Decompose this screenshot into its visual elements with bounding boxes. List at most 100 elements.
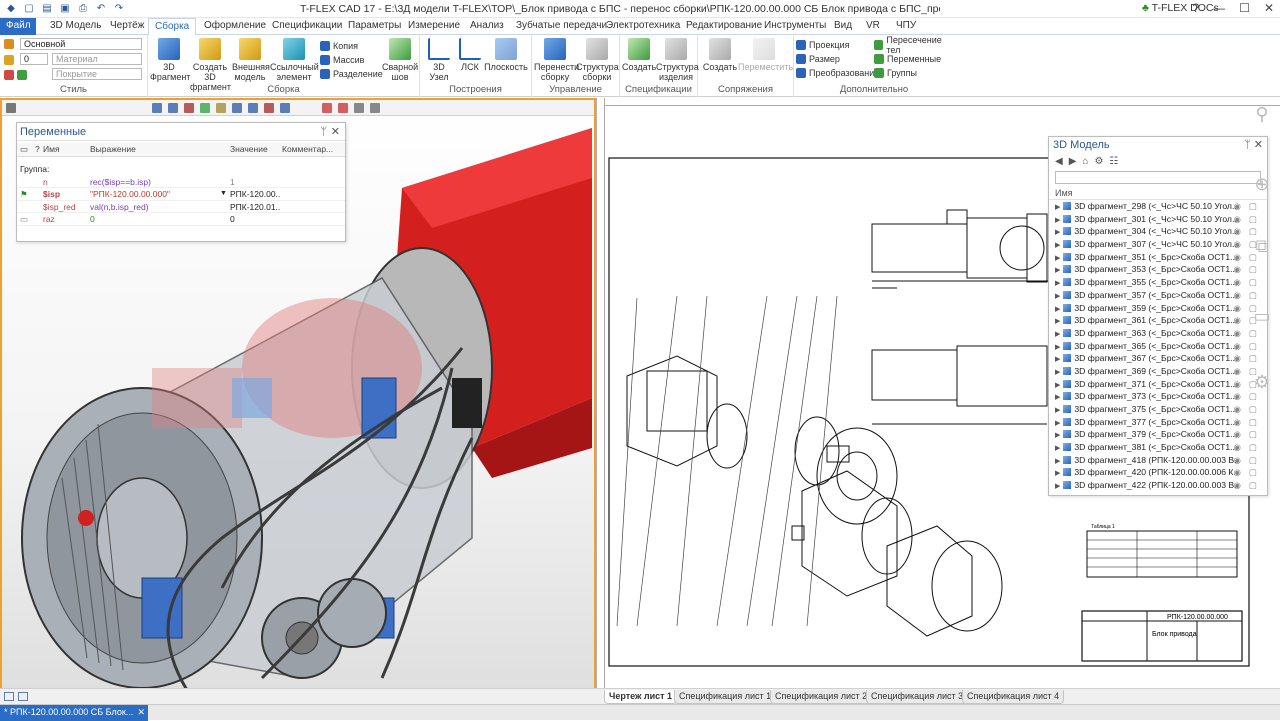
shade-icon[interactable] <box>322 103 332 113</box>
level-input[interactable]: 0 <box>20 53 48 65</box>
lock-icon[interactable]: ▢ <box>1249 352 1257 365</box>
expand-icon[interactable]: ▶ <box>1055 293 1060 300</box>
list-item[interactable]: ▶ 3D фрагмент_357 (<_Брс>Скоба ОСТ1... ◉ ▢ <box>1049 289 1267 302</box>
view-icon[interactable] <box>216 103 226 113</box>
settings-icon[interactable]: ⚙ <box>1094 156 1103 167</box>
help-icon[interactable]: ? <box>1192 1 1199 15</box>
window-icon[interactable] <box>6 103 16 113</box>
expand-icon[interactable]: ▶ <box>1055 344 1060 351</box>
lcs-button[interactable]: ЛСК <box>456 38 484 72</box>
visibility-icon[interactable]: ◉ <box>1234 200 1242 213</box>
tab-edit[interactable]: Редактирование <box>680 18 768 35</box>
clipboard-icon[interactable]: ▭ <box>1250 306 1274 330</box>
expand-icon[interactable]: ▶ <box>1055 369 1060 376</box>
visibility-icon[interactable]: ◉ <box>1234 479 1242 492</box>
forward-icon[interactable]: ▶ <box>1069 156 1077 167</box>
new-file-icon[interactable]: ▢ <box>22 2 36 16</box>
expand-icon[interactable]: ▶ <box>1055 394 1060 401</box>
list-item[interactable]: ▶ 3D фрагмент_363 (<_Брс>Скоба ОСТ1... ◉ ▢ <box>1049 327 1267 340</box>
visibility-icon[interactable]: ◉ <box>1234 327 1242 340</box>
close-window-button[interactable]: ✕ <box>1264 1 1274 15</box>
home-icon[interactable]: ⌂ <box>1082 156 1088 167</box>
minimize-button[interactable]: — <box>1213 1 1225 15</box>
visibility-icon[interactable]: ◉ <box>1234 378 1242 391</box>
visibility-icon[interactable]: ◉ <box>1234 390 1242 403</box>
visibility-icon[interactable]: ◉ <box>1234 276 1242 289</box>
expand-icon[interactable]: ▶ <box>1055 483 1060 490</box>
list-item[interactable]: ▶ 3D фрагмент_298 (<_Чс>ЧС 50.10 Угол... ◉… <box>1049 200 1267 213</box>
lock-icon[interactable]: ▢ <box>1249 441 1257 454</box>
body-intersection-button[interactable]: Пересечение тел <box>874 35 954 55</box>
visibility-icon[interactable]: ◉ <box>1234 289 1242 302</box>
list-item[interactable]: ▶ 3D фрагмент_422 (РПК-120.00.00.003 В...… <box>1049 479 1267 492</box>
expand-icon[interactable]: ▶ <box>1055 280 1060 287</box>
list-item[interactable]: ▶ 3D фрагмент_355 (<_Брс>Скоба ОСТ1... ◉ ▢ <box>1049 276 1267 289</box>
tab-file[interactable]: Файл <box>0 18 36 35</box>
measure-icon[interactable] <box>264 103 274 113</box>
maximize-button[interactable]: ☐ <box>1239 1 1250 15</box>
array-button[interactable]: Массив <box>320 53 364 66</box>
lock-icon[interactable]: ▢ <box>1249 289 1257 302</box>
select-icon[interactable] <box>168 103 178 113</box>
tab-drawing-sheet-1[interactable]: Чертеж лист 1 <box>604 690 678 704</box>
tab-spec-sheet-3[interactable]: Спецификация лист 3 <box>866 690 969 704</box>
close-icon[interactable]: ✕ <box>1254 137 1263 153</box>
list-item[interactable]: ▶ 3D фрагмент_301 (<_Чс>ЧС 50.10 Угол... ◉… <box>1049 213 1267 226</box>
expand-icon[interactable]: ▶ <box>1055 445 1060 452</box>
visibility-icon[interactable]: ◉ <box>1234 251 1242 264</box>
list-item[interactable]: ▶ 3D фрагмент_359 (<_Брс>Скоба ОСТ1... ◉ ▢ <box>1049 302 1267 315</box>
column-value[interactable]: Значение <box>230 143 280 155</box>
snap-icon[interactable] <box>200 103 210 113</box>
expand-icon[interactable]: ▶ <box>1055 458 1060 465</box>
section-icon[interactable] <box>232 103 242 113</box>
redo-icon[interactable]: ↷ <box>112 2 126 16</box>
visibility-icon[interactable]: ◉ <box>1234 340 1242 353</box>
light-icon[interactable] <box>354 103 364 113</box>
visibility-icon[interactable]: ◉ <box>1234 416 1242 429</box>
list-item[interactable]: ▶ 3D фрагмент_420 (РПК-120.00.00.006 К...… <box>1049 466 1267 479</box>
column-expression[interactable]: Выражение <box>90 143 228 155</box>
lock-icon[interactable]: ▢ <box>1249 263 1257 276</box>
visibility-icon[interactable]: ◉ <box>1234 213 1242 226</box>
tab-3d-model[interactable]: 3D Модель <box>44 18 107 35</box>
tab-tools[interactable]: Инструменты <box>758 18 832 35</box>
camera-icon[interactable] <box>370 103 380 113</box>
color-icon[interactable] <box>4 69 14 80</box>
render-icon[interactable] <box>248 103 258 113</box>
orbit-icon[interactable]: ⊕ <box>1250 174 1274 198</box>
table-row[interactable]: ▭ raz 0 0 <box>17 213 345 226</box>
window-manager-icon[interactable]: ⧉ <box>1250 236 1274 260</box>
expand-icon[interactable]: ▶ <box>1055 318 1060 325</box>
visibility-icon[interactable]: ◉ <box>1234 225 1242 238</box>
expand-icon[interactable]: ▶ <box>1055 407 1060 414</box>
layout-icon[interactable] <box>4 692 14 701</box>
tab-analysis[interactable]: Анализ <box>464 18 510 35</box>
filter-icon[interactable] <box>152 103 162 113</box>
lock-icon[interactable]: ▢ <box>1249 466 1257 479</box>
expand-icon[interactable]: ▶ <box>1055 217 1060 224</box>
expand-icon[interactable]: ▶ <box>1055 255 1060 262</box>
expand-icon[interactable]: ▶ <box>1055 470 1060 477</box>
tab-electrical[interactable]: Электротехника <box>600 18 686 35</box>
list-item[interactable]: ▶ 3D фрагмент_369 (<_Брс>Скоба ОСТ1... ◉ ▢ <box>1049 365 1267 378</box>
list-item[interactable]: ▶ 3D фрагмент_353 (<_Брс>Скоба ОСТ1... ◉ ▢ <box>1049 263 1267 276</box>
list-item[interactable]: ▶ 3D фрагмент_365 (<_Брс>Скоба ОСТ1... ◉ ▢ <box>1049 340 1267 353</box>
split-view-icon[interactable] <box>18 692 28 701</box>
tab-gears[interactable]: Зубчатые передачи <box>510 18 613 35</box>
column-name[interactable]: Имя <box>43 143 87 155</box>
expand-icon[interactable]: ▶ <box>1055 356 1060 363</box>
expand-icon[interactable]: ▶ <box>1055 382 1060 389</box>
groups-button[interactable]: Группы <box>874 66 917 79</box>
tab-cnc[interactable]: ЧПУ <box>890 18 922 35</box>
drawing-viewport[interactable]: РПК-120.00.00.000 Блок привода Таблица 1… <box>596 98 1280 704</box>
split-button[interactable]: Разделение <box>320 67 383 80</box>
list-item[interactable]: ▶ 3D фрагмент_379 (<_Брс>Скоба ОСТ1... ◉ ▢ <box>1049 428 1267 441</box>
search-icon[interactable]: ⚲ <box>1250 104 1274 128</box>
document-tab[interactable]: * РПК-120.00.00.000 СБ Блок... ✕ <box>0 705 148 721</box>
list-item[interactable]: ▶ 3D фрагмент_307 (<_Чс>ЧС 50.10 Угол... ◉… <box>1049 238 1267 251</box>
dropdown-arrow-icon[interactable]: ▼ <box>220 188 227 200</box>
list-item[interactable]: ▶ 3D фрагмент_361 (<_Брс>Скоба ОСТ1... ◉ ▢ <box>1049 314 1267 327</box>
tab-spec-sheet-2[interactable]: Спецификация лист 2 <box>770 690 873 704</box>
back-icon[interactable]: ◀ <box>1055 156 1063 167</box>
weld-button[interactable]: Сварной шов <box>382 38 418 82</box>
